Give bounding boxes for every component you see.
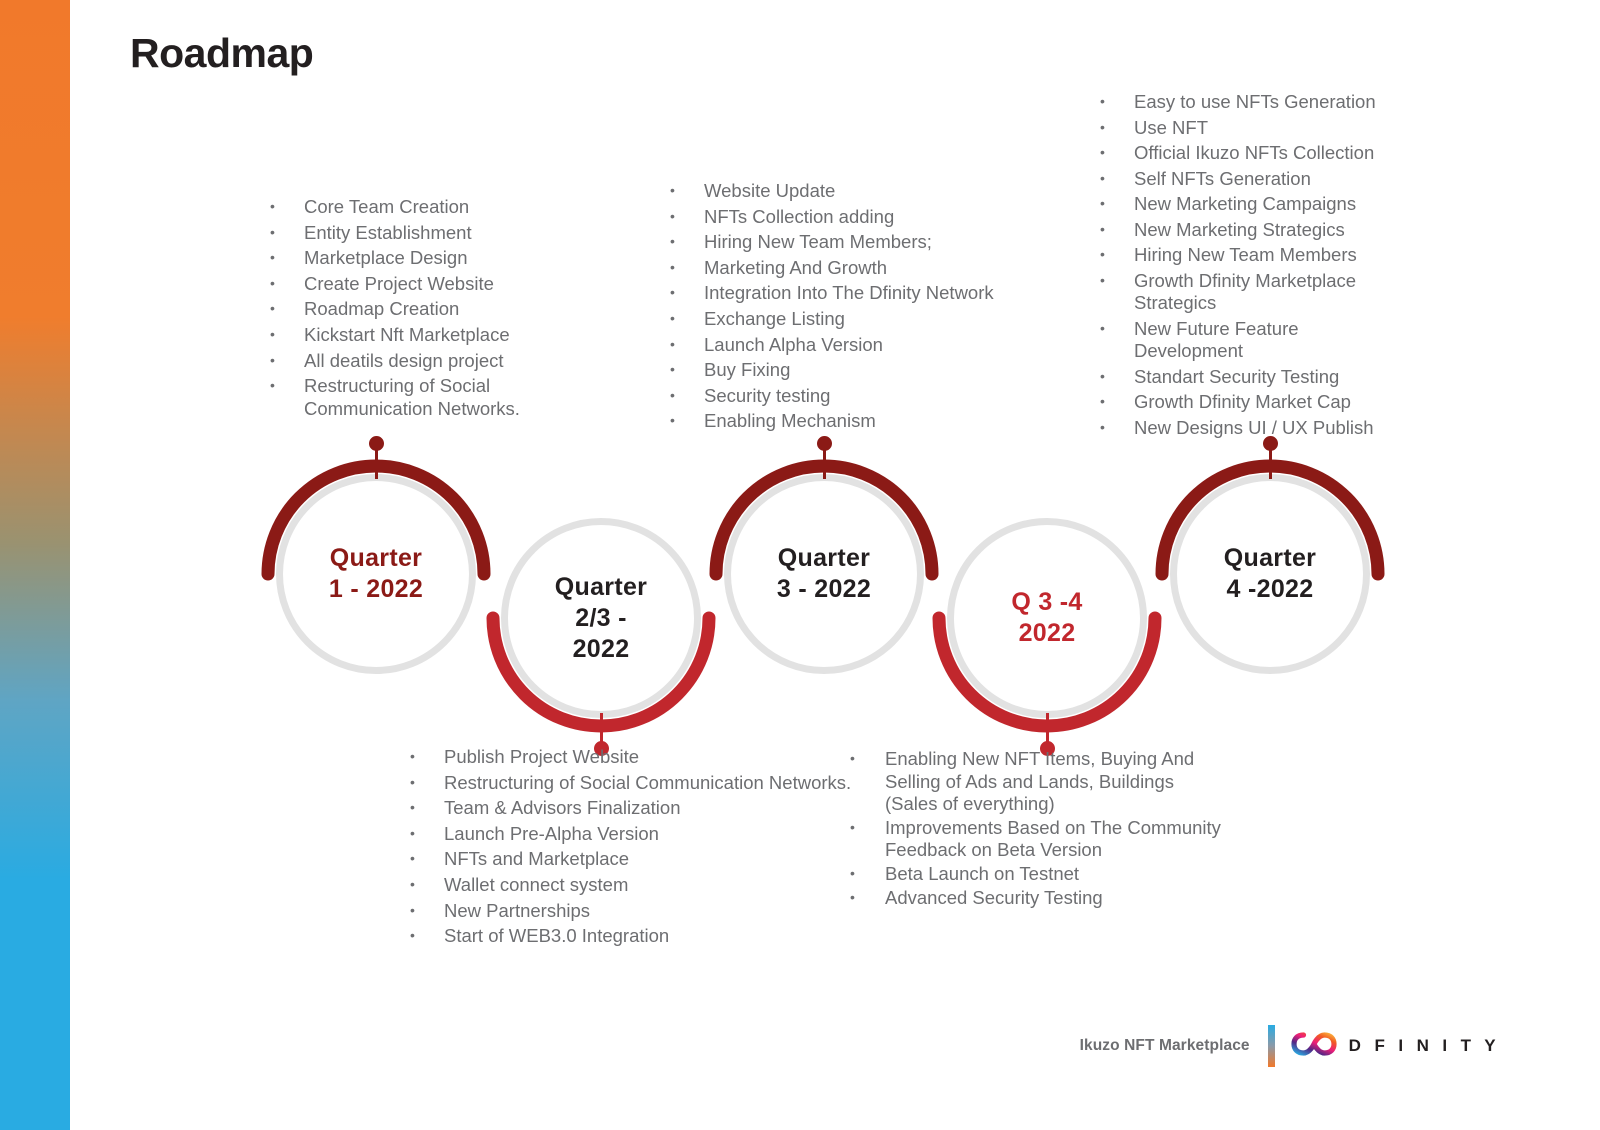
node-connector-dot <box>817 436 832 451</box>
roadmap-q1-item: Entity Establishment <box>258 221 528 245</box>
roadmap-q1-item: Create Project Website <box>258 272 528 296</box>
roadmap-q23-bottom-item: NFTs and Marketplace <box>402 847 872 871</box>
roadmap-q23-top-item: Marketing And Growth <box>658 256 1038 280</box>
roadmap-q23-bottom-item: Wallet connect system <box>402 873 872 897</box>
node-label: Quarter 2/3 -2022 <box>501 572 701 665</box>
roadmap-q23-top-item: Website Update <box>658 179 1038 203</box>
page-title: Roadmap <box>130 30 314 76</box>
node-connector-dot <box>369 436 384 451</box>
roadmap-q34-bottom-item: Beta Launch on Testnet <box>845 862 1225 886</box>
bullet-list-quarter-1-top: Core Team CreationEntity EstablishmentMa… <box>258 195 528 423</box>
roadmap-q23-bottom-item: Restructuring of Social Communication Ne… <box>402 771 872 795</box>
roadmap-q23-top-item: Launch Alpha Version <box>658 333 1038 357</box>
roadmap-q1-item: All deatils design project <box>258 349 528 373</box>
roadmap-q4-top-item: Growth Dfinity Marketplace Strategics <box>1088 269 1398 315</box>
timeline-node-3[interactable]: Quarter 3 - 2022 <box>709 459 939 674</box>
node-label-line: Quarter <box>777 544 871 572</box>
roadmap-q23-bottom-item: Publish Project Website <box>402 745 872 769</box>
roadmap-q4-top-item: Standart Security Testing <box>1088 365 1398 389</box>
node-label-line: Quarter <box>554 572 648 601</box>
roadmap-q1-item: Restructuring of Social Communication Ne… <box>258 374 528 420</box>
bullet-list-quarter-23-top: Website UpdateNFTs Collection addingHiri… <box>658 179 1038 436</box>
roadmap-q34-bottom-item: Enabling New NFT Items, Buying And Selli… <box>845 747 1225 816</box>
roadmap-q23-top-item: Hiring New Team Members; <box>658 230 1038 254</box>
node-label-line: 1 - 2022 <box>328 575 424 603</box>
roadmap-q4-top-item: New Marketing Campaigns <box>1088 192 1398 216</box>
roadmap-q4-top-item: Easy to use NFTs Generation <box>1088 90 1398 114</box>
roadmap-q23-top-item: Exchange Listing <box>658 307 1038 331</box>
bullet-list-quarter-4-top: Easy to use NFTs GenerationUse NFTOffici… <box>1088 90 1398 442</box>
node-label-line: Q 3 -4 <box>1011 588 1083 616</box>
node-label: Quarter 3 - 2022 <box>724 543 924 605</box>
node-label-line: Quarter <box>1223 544 1317 572</box>
roadmap-q4-top-item: Self NFTs Generation <box>1088 167 1398 191</box>
roadmap-q4-top-item: Growth Dfinity Market Cap <box>1088 390 1398 414</box>
node-label: Quarter 4 -2022 <box>1170 543 1370 605</box>
node-label-line: 4 -2022 <box>1226 575 1314 603</box>
node-label-line: 2/3 - <box>575 603 627 632</box>
roadmap-q4-top-item: Official Ikuzo NFTs Collection <box>1088 141 1398 165</box>
roadmap-q1-item: Marketplace Design <box>258 246 528 270</box>
dfinity-wordmark: D F I N I T Y <box>1348 1036 1500 1055</box>
roadmap-q23-bottom-item: Launch Pre-Alpha Version <box>402 822 872 846</box>
roadmap-q1-item: Core Team Creation <box>258 195 528 219</box>
roadmap-q1-item: Kickstart Nft Marketplace <box>258 323 528 347</box>
bullet-list-quarter-23-bottom: Publish Project WebsiteRestructuring of … <box>402 745 872 951</box>
roadmap-q1-item: Roadmap Creation <box>258 297 528 321</box>
roadmap-q4-top-item: Use NFT <box>1088 116 1398 140</box>
roadmap-q23-top-item: Integration Into The Dfinity Network <box>658 281 1038 305</box>
node-label: Quarter 1 - 2022 <box>276 543 476 605</box>
roadmap-q23-bottom-item: Team & Advisors Finalization <box>402 796 872 820</box>
timeline-node-1[interactable]: Quarter 1 - 2022 <box>261 459 491 674</box>
roadmap-q4-top-item: Hiring New Team Members <box>1088 243 1398 267</box>
roadmap-q34-bottom-item: Improvements Based on The Community Feed… <box>845 816 1225 862</box>
roadmap-q23-top-item: Buy Fixing <box>658 358 1038 382</box>
timeline-node-4[interactable]: Q 3 -4 2022 <box>932 518 1162 733</box>
roadmap-q23-bottom-item: New Partnerships <box>402 899 872 923</box>
node-connector-dot <box>1263 436 1278 451</box>
footer: Ikuzo NFT Marketplace D F I N I T Y <box>1080 1025 1500 1067</box>
footer-brand-label: Ikuzo NFT Marketplace <box>1079 1037 1250 1054</box>
node-label-line: Quarter <box>329 544 423 572</box>
roadmap-q4-top-item: New Marketing Strategics <box>1088 218 1398 242</box>
roadmap-q34-bottom-item: Advanced Security Testing <box>845 886 1225 910</box>
dfinity-infinity-icon <box>1291 1031 1337 1062</box>
roadmap-q23-top-item: Security testing <box>658 384 1038 408</box>
footer-divider <box>1267 1025 1275 1067</box>
roadmap-q4-top-item: New Future Feature Development <box>1088 317 1398 363</box>
timeline-node-2[interactable]: Quarter 2/3 -2022 <box>486 518 716 733</box>
timeline-nodes: Quarter 1 - 2022 Quarter 2/3 -2022 Quarter 3 … <box>0 418 1600 756</box>
node-label: Q 3 -4 2022 <box>947 587 1147 649</box>
timeline-node-5[interactable]: Quarter 4 -2022 <box>1155 459 1385 674</box>
node-label-line: 3 - 2022 <box>776 575 872 603</box>
node-label-line: 2022 <box>1018 619 1076 647</box>
roadmap-q23-top-item: NFTs Collection adding <box>658 205 1038 229</box>
node-label-line: 2022 <box>572 634 630 663</box>
bullet-list-quarter-34-bottom: Enabling New NFT Items, Buying And Selli… <box>845 747 1225 910</box>
roadmap-q23-bottom-item: Start of WEB3.0 Integration <box>402 924 872 948</box>
